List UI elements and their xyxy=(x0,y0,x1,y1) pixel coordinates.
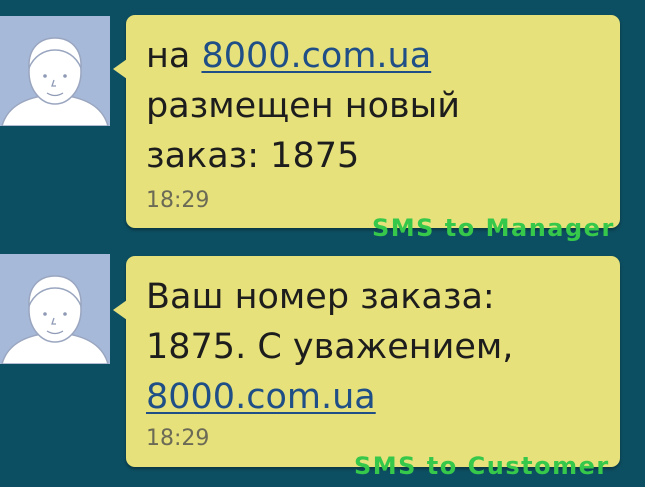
contact-avatar[interactable] xyxy=(0,16,110,126)
message-line: размещен новый xyxy=(146,86,461,126)
website-link[interactable]: 8000.com.ua xyxy=(146,377,376,417)
message-line: на 8000.com.ua xyxy=(146,31,606,81)
message-line: 8000.com.ua xyxy=(146,372,606,422)
message-text: на 8000.com.ua размещен новый заказ: 187… xyxy=(146,31,606,181)
message-bubble-customer[interactable]: Ваш номер заказа: 1875. С уважением, 800… xyxy=(113,256,620,467)
message-line: 1875. С уважением, xyxy=(146,327,514,367)
default-contact-avatar-icon xyxy=(0,16,110,126)
message-timestamp: 18:29 xyxy=(146,426,210,451)
default-contact-avatar-icon xyxy=(0,254,110,364)
message-line-prefix: на xyxy=(146,36,202,76)
message-line: Ваш номер заказа: xyxy=(146,277,495,317)
caption-sms-to-customer: SMS to Customer xyxy=(354,452,610,480)
caption-sms-to-manager: SMS to Manager xyxy=(372,214,615,242)
message-bubble-manager[interactable]: на 8000.com.ua размещен новый заказ: 187… xyxy=(113,15,620,228)
message-timestamp: 18:29 xyxy=(146,188,210,213)
website-link[interactable]: 8000.com.ua xyxy=(201,36,431,76)
contact-avatar[interactable] xyxy=(0,254,110,364)
message-line: заказ: 1875 xyxy=(146,136,360,176)
message-text: Ваш номер заказа: 1875. С уважением, 800… xyxy=(146,272,606,422)
